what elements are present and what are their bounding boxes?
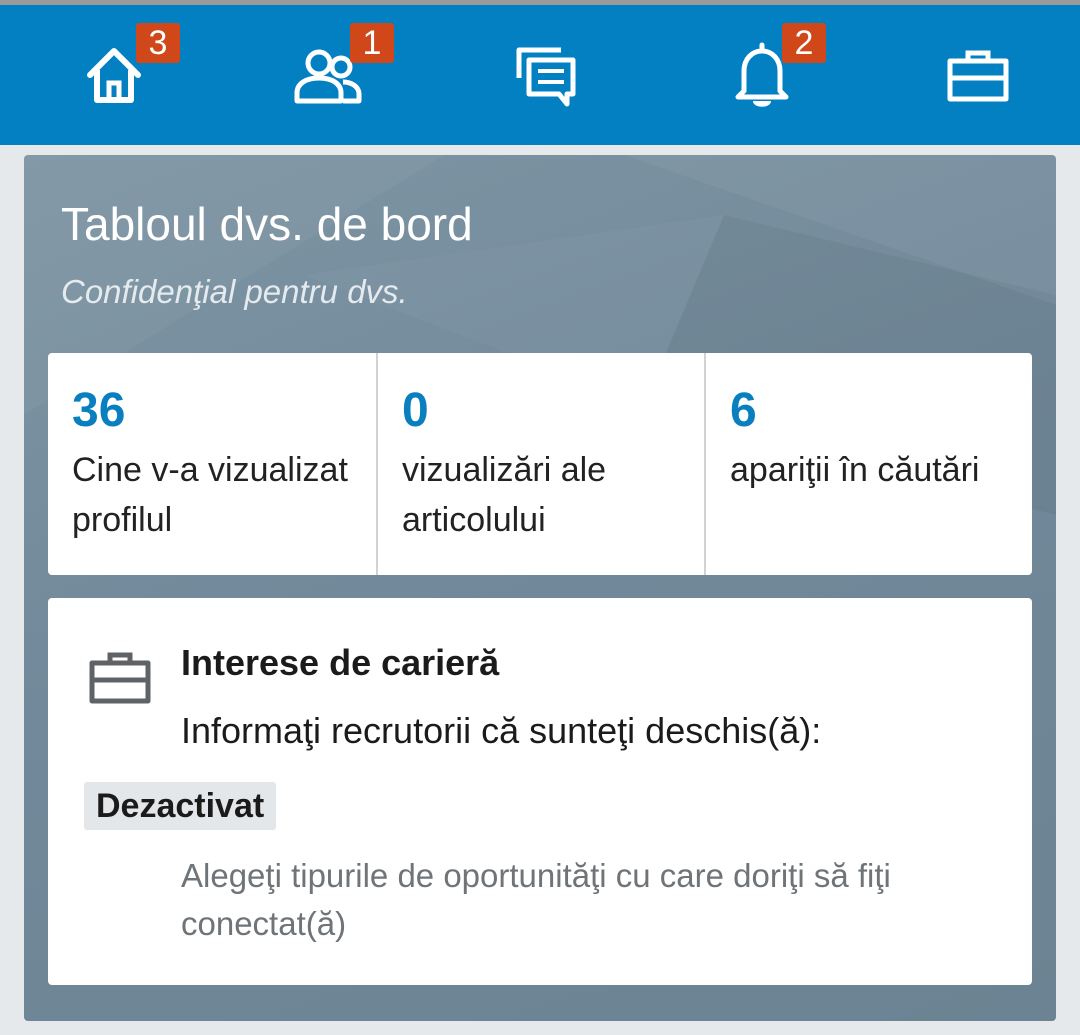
stat-number: 36 [72,384,126,437]
home-badge: 3 [136,23,180,63]
stat-search-appearances[interactable]: 6 apariţii în căutări [704,353,1032,575]
network-badge: 1 [350,23,394,63]
dashboard-title: Tabloul dvs. de bord [61,198,473,250]
career-description: Informaţi recrutorii că sunteţi deschis(… [181,710,822,751]
dashboard-subtitle: Confidenţial pentru dvs. [61,273,408,310]
nav-jobs[interactable] [918,5,1038,145]
stat-label: vizualizări ale articolului [402,451,607,539]
top-navigation-bar: 3 1 2 [0,5,1080,145]
stat-label: Cine v-a vizualizat profilul [72,451,348,539]
stats-card: 36 Cine v-a vizualizat profilul 0 vizual… [48,353,1032,575]
briefcase-icon [946,47,1010,103]
stat-article-views[interactable]: 0 vizualizări ale articolului [376,353,704,575]
stat-number: 6 [730,384,757,437]
messages-icon [513,42,579,108]
stat-number: 0 [402,384,429,437]
nav-notifications[interactable]: 2 [702,5,826,145]
nav-network[interactable]: 1 [268,5,394,145]
dashboard-panel: Tabloul dvs. de bord Confidenţial pentru… [24,155,1056,1021]
nav-messages[interactable] [486,5,606,145]
career-interests-card[interactable]: Interese de carieră Informaţi recrutorii… [48,598,1032,985]
nav-home[interactable]: 3 [54,5,180,145]
career-title: Interese de carieră [181,642,500,683]
status-badge[interactable]: Dezactivat [84,782,277,830]
notifications-badge: 2 [782,23,826,63]
career-opportunities-link[interactable]: Alegeţi tipurile de oportunităţi cu care… [181,852,991,948]
briefcase-icon [89,650,151,709]
stat-profile-views[interactable]: 36 Cine v-a vizualizat profilul [48,353,376,575]
stat-label: apariţii în căutări [730,451,980,489]
